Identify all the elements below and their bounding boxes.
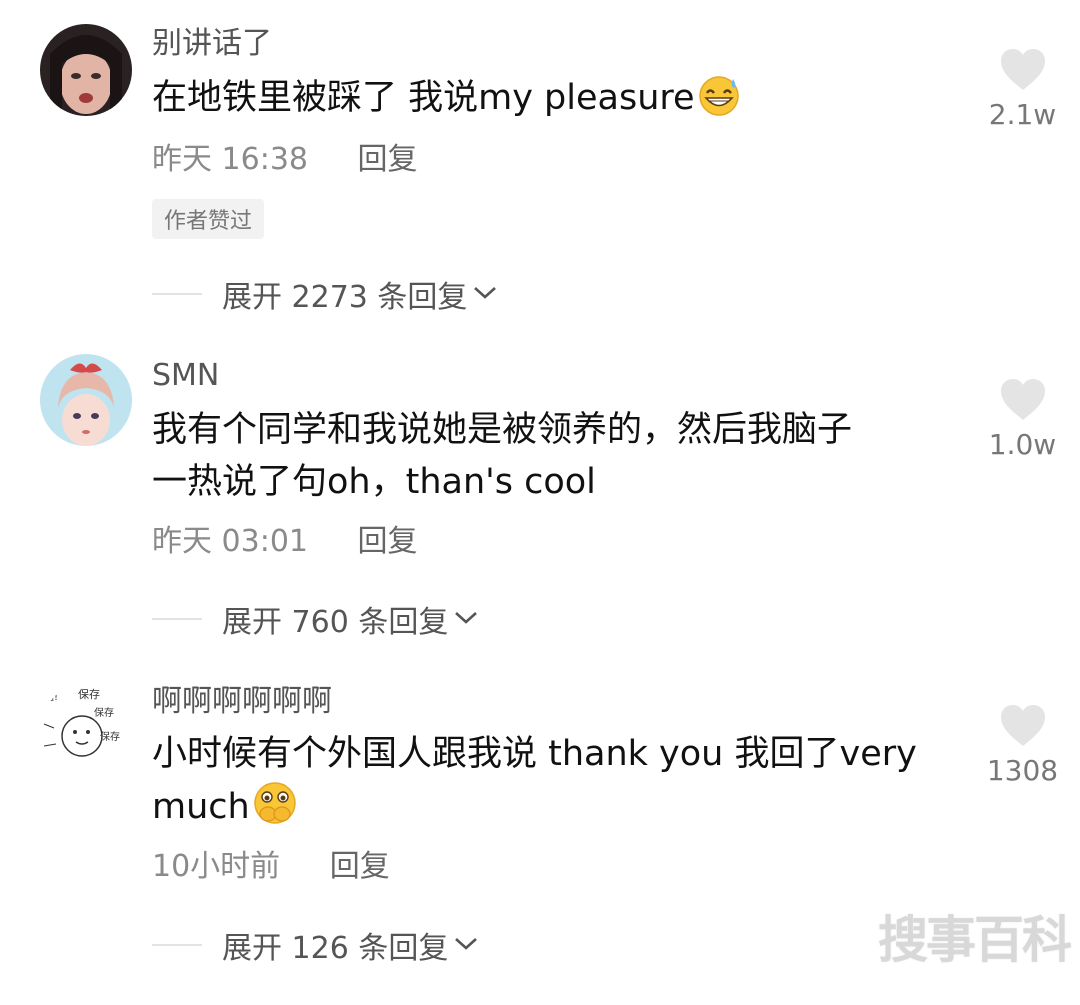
- comment-text-line-2: much: [152, 787, 250, 827]
- chevron-down-icon: [471, 282, 499, 306]
- expand-replies-button[interactable]: 展开 760 条回复: [152, 597, 480, 641]
- like-button[interactable]: 1.0w: [975, 378, 1070, 461]
- comment-text: 我有个同学和我说她是被领养的，然后我脑子 一热说了句oh，than's cool: [152, 404, 952, 508]
- heart-icon: [1000, 49, 1045, 90]
- like-button[interactable]: 1308: [975, 704, 1070, 787]
- expand-replies-label: 展开 2273 条回复: [222, 280, 468, 315]
- divider: [152, 944, 202, 946]
- avatar-label: 保存: [78, 687, 100, 701]
- avatar[interactable]: [40, 354, 132, 446]
- comment-meta: 昨天 03:01 回复: [152, 522, 418, 562]
- heart-icon: [1000, 705, 1045, 746]
- comment-text-line-1: 小时候有个外国人跟我说 thank you 我回了very: [152, 734, 917, 774]
- avatar-label: 遍!: [44, 690, 58, 703]
- sweat-grin-emoji-icon: [697, 73, 741, 132]
- username[interactable]: 啊啊啊啊啊啊: [152, 684, 332, 720]
- hands-over-mouth-emoji-icon: [252, 780, 298, 841]
- expand-replies-label: 展开 126 条回复: [222, 931, 449, 966]
- avatar-label: 保存: [94, 706, 114, 719]
- chevron-down-icon: [452, 607, 480, 631]
- like-count: 2.1w: [988, 98, 1057, 131]
- avatar[interactable]: 遍! 保存 保存 保存: [40, 684, 132, 776]
- username[interactable]: 别讲话了: [152, 26, 272, 62]
- avatar[interactable]: [40, 24, 132, 116]
- username[interactable]: SMN: [152, 358, 219, 394]
- comment-text-content: 在地铁里被踩了 我说my pleasure: [152, 78, 695, 118]
- expand-replies-button[interactable]: 展开 2273 条回复: [152, 272, 499, 316]
- reply-button[interactable]: 回复: [358, 140, 418, 180]
- avatar-label: 保存: [100, 730, 120, 743]
- like-count: 1308: [986, 754, 1059, 787]
- like-button[interactable]: 2.1w: [975, 48, 1070, 131]
- divider: [152, 293, 202, 295]
- comment-text-line-1: 我有个同学和我说她是被领养的，然后我脑子: [152, 410, 853, 450]
- comment-meta: 10小时前 回复: [152, 847, 390, 887]
- expand-replies-button[interactable]: 展开 126 条回复: [152, 923, 480, 967]
- expand-replies-label: 展开 760 条回复: [222, 605, 449, 640]
- timestamp: 昨天 16:38: [152, 142, 308, 177]
- heart-icon: [1000, 379, 1045, 420]
- reply-button[interactable]: 回复: [330, 847, 390, 887]
- timestamp: 10小时前: [152, 849, 281, 884]
- comment-meta: 昨天 16:38 回复: [152, 140, 418, 180]
- divider: [152, 618, 202, 620]
- chevron-down-icon: [452, 933, 480, 957]
- author-liked-badge: 作者赞过: [152, 199, 265, 239]
- comment-text: 小时候有个外国人跟我说 thank you 我回了very much: [152, 728, 952, 841]
- like-count: 1.0w: [988, 428, 1057, 461]
- reply-button[interactable]: 回复: [358, 522, 418, 562]
- timestamp: 昨天 03:01: [152, 524, 308, 559]
- comment-text: 在地铁里被踩了 我说my pleasure: [152, 72, 952, 132]
- watermark: 搜事百科: [878, 911, 1072, 969]
- comment-text-line-2: 一热说了句oh，than's cool: [152, 462, 596, 502]
